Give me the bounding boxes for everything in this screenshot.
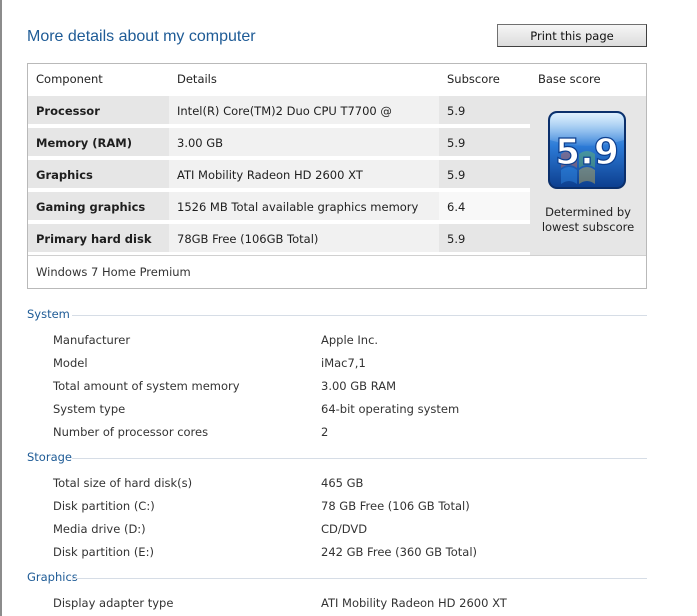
component-name: Graphics [28, 160, 169, 190]
details-page: More details about my computer Print thi… [0, 0, 672, 616]
label-partition-c: Disk partition (C:) [53, 499, 155, 513]
section-divider [72, 458, 647, 459]
score-row-gaming-graphics: Gaming graphics 1526 MB Total available … [28, 192, 530, 222]
base-score-badge-icon: 5.9 [548, 111, 626, 189]
label-system-type: System type [53, 402, 126, 416]
component-name: Processor [28, 96, 169, 126]
component-name: Memory (RAM) [28, 128, 169, 158]
label-media-drive-d: Media drive (D:) [53, 522, 146, 536]
section-title-system: System [27, 307, 70, 321]
value-model: iMac7,1 [321, 356, 366, 370]
component-subscore: 5.9 [439, 96, 530, 126]
print-page-button[interactable]: Print this page [497, 24, 647, 47]
section-title-storage: Storage [27, 450, 72, 464]
column-header-component: Component [36, 72, 103, 86]
value-display-adapter: ATI Mobility Radeon HD 2600 XT [321, 596, 507, 610]
component-subscore: 6.4 [439, 192, 530, 222]
value-manufacturer: Apple Inc. [321, 333, 379, 347]
component-details: Intel(R) Core(TM)2 Duo CPU T7700 @ 2.40G… [169, 96, 439, 148]
value-total-disk-size: 465 GB [321, 476, 364, 490]
section-divider [72, 315, 647, 316]
component-details: 1526 MB Total available graphics memory [169, 192, 439, 222]
column-header-subscore: Subscore [447, 72, 500, 86]
score-row-processor: Processor Intel(R) Core(TM)2 Duo CPU T77… [28, 96, 530, 148]
column-header-details: Details [177, 72, 217, 86]
label-display-adapter: Display adapter type [53, 596, 174, 610]
component-subscore: 5.9 [439, 160, 530, 190]
column-header-base-score: Base score [538, 72, 601, 86]
windows-edition: Windows 7 Home Premium [36, 265, 191, 279]
base-score-note: Determined by lowest subscore [541, 205, 635, 234]
component-subscore: 5.9 [439, 128, 530, 158]
label-total-disk-size: Total size of hard disk(s) [53, 476, 193, 490]
label-model: Model [53, 356, 88, 370]
label-system-memory: Total amount of system memory [53, 379, 240, 393]
label-partition-e: Disk partition (E:) [53, 545, 154, 559]
value-media-drive-d: CD/DVD [321, 522, 368, 536]
component-details: 3.00 GB [169, 128, 439, 158]
value-processor-cores: 2 [321, 425, 329, 439]
base-score-panel: 5.9 Determined by lowest subscore [530, 96, 646, 255]
window-left-edge [0, 0, 2, 616]
component-details: 78GB Free (106GB Total) [169, 224, 439, 254]
edition-divider [28, 255, 646, 256]
value-system-memory: 3.00 GB RAM [321, 379, 397, 393]
value-system-type: 64-bit operating system [321, 402, 460, 416]
label-processor-cores: Number of processor cores [53, 425, 209, 439]
component-subscore: 5.9 [439, 224, 530, 254]
label-manufacturer: Manufacturer [53, 333, 131, 347]
base-score-value: 5.9 [555, 132, 619, 173]
value-partition-e: 242 GB Free (360 GB Total) [321, 545, 478, 559]
score-row-primary-hard-disk: Primary hard disk 78GB Free (106GB Total… [28, 224, 530, 254]
component-details: ATI Mobility Radeon HD 2600 XT [169, 160, 439, 190]
section-title-graphics: Graphics [27, 570, 78, 584]
component-name: Gaming graphics [28, 192, 169, 222]
score-row-graphics: Graphics ATI Mobility Radeon HD 2600 XT … [28, 160, 530, 190]
section-divider [72, 578, 647, 579]
page-title: More details about my computer [27, 28, 256, 45]
component-name: Primary hard disk [28, 224, 169, 254]
value-partition-c: 78 GB Free (106 GB Total) [321, 499, 470, 513]
score-table: Component Details Subscore Base score Pr… [27, 63, 647, 289]
score-row-memory: Memory (RAM) 3.00 GB 5.9 [28, 128, 530, 158]
